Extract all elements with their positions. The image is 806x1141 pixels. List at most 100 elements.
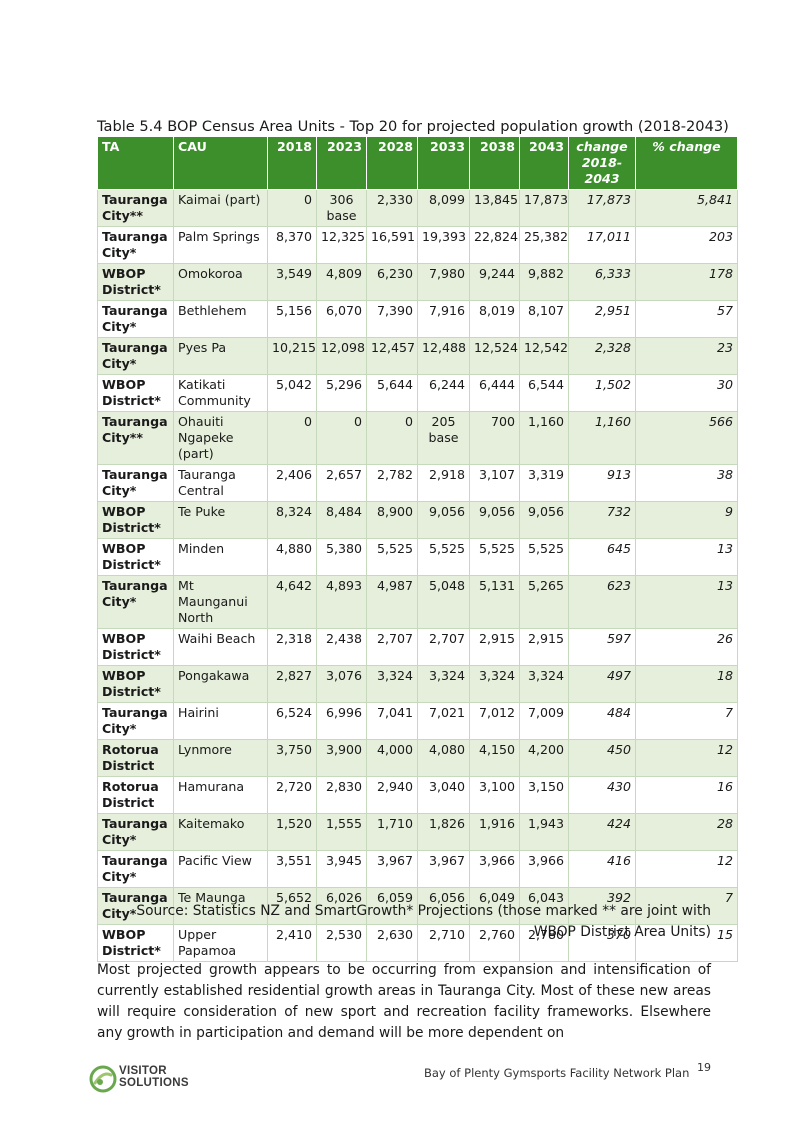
cell-y2038: 9,056 (469, 501, 520, 539)
cell-change: 913 (568, 464, 636, 502)
table-row: WBOP District* Te Puke 8,324 8,484 8,900 9,05… (97, 501, 738, 539)
cell-y2033: 5,525 (417, 538, 470, 576)
logo-line-2: SOLUTIONS (119, 1077, 189, 1089)
cell-cau: Lynmore (173, 739, 268, 777)
cell-y2038: 3,324 (469, 665, 520, 703)
cell-y2043: 5,265 (519, 575, 569, 629)
cell-change: 1,160 (568, 411, 636, 465)
census-growth-table: TA CAU 2018 2023 2028 2033 2038 2043 cha… (97, 136, 738, 962)
cell-pct-change: 13 (635, 575, 738, 629)
header-2023: 2023 (316, 136, 367, 190)
cell-y2033: 5,048 (417, 575, 470, 629)
cell-pct-change: 178 (635, 263, 738, 301)
cell-y2018: 6,524 (267, 702, 317, 740)
header-2028: 2028 (366, 136, 418, 190)
cell-cau: Bethlehem (173, 300, 268, 338)
cell-change: 17,011 (568, 226, 636, 264)
cell-change: 732 (568, 501, 636, 539)
cell-y2018: 0 (267, 189, 317, 227)
cell-y2028: 7,390 (366, 300, 418, 338)
cell-y2033: 19,393 (417, 226, 470, 264)
cell-y2043: 2,915 (519, 628, 569, 666)
header-2018: 2018 (267, 136, 317, 190)
cell-y2023: 3,900 (316, 739, 367, 777)
header-ta: TA (97, 136, 174, 190)
cell-y2018: 10,215 (267, 337, 317, 375)
cell-y2043: 9,056 (519, 501, 569, 539)
table-row: Rotorua District Hamurana 2,720 2,830 2,940 3… (97, 776, 738, 814)
cell-y2043: 12,542 (519, 337, 569, 375)
cell-pct-change: 23 (635, 337, 738, 375)
table-row: Tauranga City** Ohauiti Ngapeke (part) 0 0 0… (97, 411, 738, 465)
cell-pct-change: 13 (635, 538, 738, 576)
cell-change: 17,873 (568, 189, 636, 227)
cell-y2038: 700 (469, 411, 520, 465)
cell-y2028: 5,644 (366, 374, 418, 412)
cell-y2038: 9,244 (469, 263, 520, 301)
cell-change: 1,502 (568, 374, 636, 412)
cell-y2018: 3,549 (267, 263, 317, 301)
cell-y2038: 1,916 (469, 813, 520, 851)
header-2033: 2033 (417, 136, 470, 190)
cell-ta: WBOP District* (97, 501, 174, 539)
logo-line-1: VISITOR (119, 1065, 167, 1077)
cell-ta: Tauranga City** (97, 189, 174, 227)
cell-y2028: 8,900 (366, 501, 418, 539)
cell-y2033: 7,980 (417, 263, 470, 301)
cell-y2018: 3,750 (267, 739, 317, 777)
table-row: WBOP District* Waihi Beach 2,318 2,438 2,707… (97, 628, 738, 666)
cell-y2043: 4,200 (519, 739, 569, 777)
header-2043: 2043 (519, 136, 569, 190)
cell-y2043: 5,525 (519, 538, 569, 576)
cell-y2023: 3,945 (316, 850, 367, 888)
cell-change: 484 (568, 702, 636, 740)
cell-y2033: 3,040 (417, 776, 470, 814)
cell-y2033: 4,080 (417, 739, 470, 777)
cell-change: 623 (568, 575, 636, 629)
cell-y2028: 6,230 (366, 263, 418, 301)
cell-ta: Rotorua District (97, 739, 174, 777)
cell-y2023: 5,380 (316, 538, 367, 576)
cell-y2033: 6,244 (417, 374, 470, 412)
cell-cau: Te Puke (173, 501, 268, 539)
cell-y2028: 16,591 (366, 226, 418, 264)
cell-y2028: 5,525 (366, 538, 418, 576)
cell-y2038: 5,525 (469, 538, 520, 576)
cell-change: 597 (568, 628, 636, 666)
cell-y2028: 3,324 (366, 665, 418, 703)
cell-change: 430 (568, 776, 636, 814)
body-paragraph: Most projected growth appears to be occu… (97, 962, 711, 1041)
cell-y2028: 1,710 (366, 813, 418, 851)
cell-y2043: 7,009 (519, 702, 569, 740)
cell-pct-change: 38 (635, 464, 738, 502)
cell-cau: Hamurana (173, 776, 268, 814)
table-row: WBOP District* Pongakawa 2,827 3,076 3,324 3,… (97, 665, 738, 703)
cell-y2043: 17,873 (519, 189, 569, 227)
cell-y2023: 2,657 (316, 464, 367, 502)
cell-y2018: 2,318 (267, 628, 317, 666)
cell-y2028: 7,041 (366, 702, 418, 740)
table-row: Tauranga City* Pyes Pa 10,215 12,098 12,457 1… (97, 337, 738, 375)
cell-pct-change: 26 (635, 628, 738, 666)
table-row: WBOP District* Minden 4,880 5,380 5,525 5,525… (97, 538, 738, 576)
cell-y2018: 3,551 (267, 850, 317, 888)
cell-y2023: 1,555 (316, 813, 367, 851)
cell-cau: Minden (173, 538, 268, 576)
cell-y2028: 4,987 (366, 575, 418, 629)
table-row: WBOP District* Omokoroa 3,549 4,809 6,230 7,9… (97, 263, 738, 301)
table-row: Tauranga City* Bethlehem 5,156 6,070 7,390 7,… (97, 300, 738, 338)
cell-pct-change: 12 (635, 739, 738, 777)
cell-y2018: 2,406 (267, 464, 317, 502)
cell-pct-change: 16 (635, 776, 738, 814)
cell-y2023: 306 base (316, 189, 367, 227)
cell-y2028: 4,000 (366, 739, 418, 777)
cell-cau: Tauranga Central (173, 464, 268, 502)
cell-y2018: 0 (267, 411, 317, 465)
cell-ta: Tauranga City* (97, 813, 174, 851)
logo-emblem-icon (89, 1065, 117, 1093)
table-header-row: TA CAU 2018 2023 2028 2033 2038 2043 cha… (97, 136, 738, 190)
cell-y2018: 8,370 (267, 226, 317, 264)
cell-y2038: 2,915 (469, 628, 520, 666)
cell-y2033: 3,324 (417, 665, 470, 703)
header-2038: 2038 (469, 136, 520, 190)
